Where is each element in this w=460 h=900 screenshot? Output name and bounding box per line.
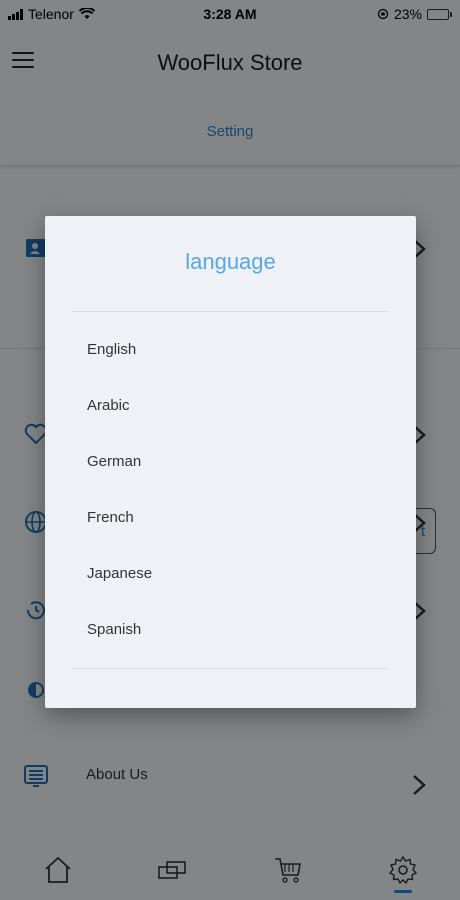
- language-dialog: language English Arabic German French Ja…: [45, 216, 416, 708]
- language-option-english[interactable]: English: [45, 327, 416, 383]
- language-option-japanese[interactable]: Japanese: [45, 551, 416, 607]
- language-list: English Arabic German French Japanese Sp…: [45, 327, 416, 663]
- language-option-french[interactable]: French: [45, 495, 416, 551]
- dialog-title: language: [185, 249, 276, 274]
- dialog-divider-bottom: [72, 668, 388, 669]
- language-option-spanish[interactable]: Spanish: [45, 607, 416, 663]
- language-option-arabic[interactable]: Arabic: [45, 383, 416, 439]
- language-option-german[interactable]: German: [45, 439, 416, 495]
- dialog-divider-top: [72, 311, 388, 312]
